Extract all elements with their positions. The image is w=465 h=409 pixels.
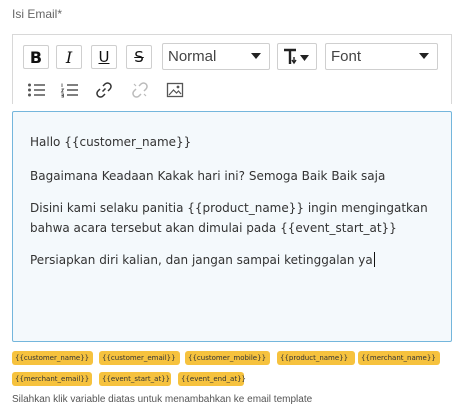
- bulleted-list-icon: [28, 83, 45, 97]
- underline-icon: U: [98, 48, 110, 66]
- variable-chip[interactable]: {{customer_email}}: [99, 351, 180, 365]
- unlink-icon: [132, 82, 148, 98]
- variable-chip[interactable]: {{merchant_email}}: [12, 372, 92, 386]
- editor-paragraph: Bagaimana Keadaan Kakak hari ini? Semoga…: [30, 169, 386, 183]
- format-select-value: Normal: [168, 48, 217, 65]
- bulleted-list-button[interactable]: [24, 79, 50, 101]
- italic-icon: I: [65, 47, 73, 67]
- numbered-list-icon: [60, 83, 78, 98]
- image-icon: [166, 82, 184, 98]
- variable-chip[interactable]: {{product_name}}: [277, 351, 355, 365]
- numbered-list-button[interactable]: [57, 79, 83, 101]
- editor-toolbar: B I U S Normal Font: [12, 34, 452, 104]
- font-select-value: Font: [331, 48, 362, 65]
- variable-chip[interactable]: {{customer_name}}: [12, 351, 93, 365]
- bold-button[interactable]: B: [23, 45, 49, 69]
- chevron-down-icon: [251, 53, 261, 59]
- strikethrough-icon: S: [134, 48, 144, 66]
- underline-button[interactable]: U: [91, 45, 117, 69]
- unlink-button[interactable]: [127, 79, 153, 101]
- image-button[interactable]: [162, 79, 188, 101]
- italic-button[interactable]: I: [56, 45, 82, 69]
- variable-chip[interactable]: {{merchant_name}}: [358, 351, 440, 365]
- variable-chip[interactable]: {{customer_mobile}}: [185, 351, 270, 365]
- format-select[interactable]: Normal: [162, 43, 270, 70]
- variable-chip[interactable]: {{event_end_at}}: [178, 372, 246, 386]
- variable-hint-text: Silahkan klik variable diatas untuk mena…: [12, 394, 313, 405]
- field-label: Isi Email*: [12, 7, 63, 21]
- strikethrough-button[interactable]: S: [126, 45, 152, 69]
- email-body-editor[interactable]: Hallo {{customer_name}} Bagaimana Keadaa…: [12, 111, 452, 342]
- variable-chip[interactable]: {{event_start_at}}: [99, 372, 171, 386]
- link-icon: [96, 82, 112, 98]
- editor-paragraph: Disini kami selaku panitia {{product_nam…: [30, 201, 428, 235]
- editor-paragraph-last: Persiapkan diri kalian, dan jangan sampa…: [30, 250, 434, 270]
- text-size-icon: [284, 48, 309, 64]
- editor-paragraph-text: Persiapkan diri kalian, dan jangan sampa…: [30, 253, 373, 267]
- font-select[interactable]: Font: [325, 43, 438, 70]
- bold-icon: B: [29, 47, 43, 67]
- chevron-down-icon: [419, 53, 429, 59]
- text-size-button[interactable]: [277, 43, 317, 70]
- text-cursor: [373, 252, 375, 267]
- link-button[interactable]: [91, 79, 117, 101]
- editor-paragraph: Hallo {{customer_name}}: [30, 135, 192, 149]
